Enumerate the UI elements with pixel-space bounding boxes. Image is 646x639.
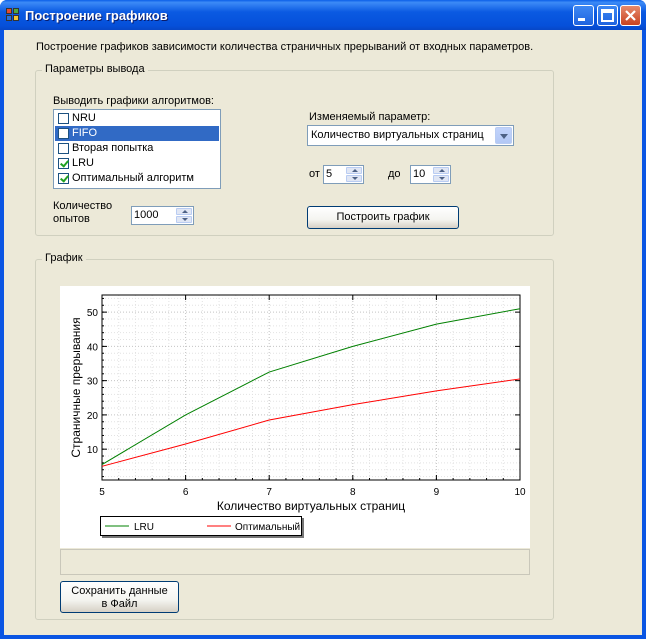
output-params-legend: Параметры вывода [42, 63, 148, 75]
algorithm-item-nru[interactable]: NRU [55, 111, 219, 126]
chart-status-strip [60, 549, 530, 575]
app-icon [6, 8, 20, 22]
intro-text: Построение графиков зависимости количест… [36, 41, 534, 53]
save-button-line2: в Файл [101, 598, 138, 610]
to-spinner[interactable]: 10 [410, 165, 451, 184]
legend-swatches: LRU Оптимальный [105, 522, 300, 533]
checkbox[interactable] [58, 143, 69, 154]
graph-legend: График [42, 252, 86, 264]
x-axis-label: Количество виртуальных страниц [217, 499, 405, 513]
close-button[interactable] [620, 5, 641, 26]
trials-label-line1: Количество [53, 200, 113, 212]
maximize-icon [601, 9, 614, 22]
chart-panel: 5 6 7 8 9 10 10 20 30 40 50 Количество виртуальных … [60, 286, 530, 548]
chevron-down-icon[interactable] [495, 127, 512, 144]
line-chart: 5 6 7 8 9 10 10 20 30 40 50 Количество виртуальных … [69, 294, 526, 513]
y-tick-label: 40 [87, 342, 99, 353]
from-spinner[interactable]: 5 [323, 165, 364, 184]
from-value: 5 [326, 168, 333, 180]
y-axis-label: Страничные прерывания [69, 317, 83, 457]
title-bar[interactable]: Построение графиков [0, 0, 646, 30]
algorithm-item-fifo[interactable]: FIFO [55, 126, 219, 141]
spin-down-icon[interactable] [346, 175, 362, 182]
trials-spinner[interactable]: 1000 [131, 206, 194, 225]
legend-optimal-label: Оптимальный [235, 522, 300, 533]
to-value: 10 [413, 168, 426, 180]
checkbox[interactable] [58, 113, 69, 124]
param-select-value: Количество виртуальных страниц [311, 129, 484, 141]
client-area: Построение графиков зависимости количест… [4, 30, 642, 635]
y-tick-label: 50 [87, 308, 99, 319]
algorithm-item-optimal[interactable]: Оптимальный алгоритм [55, 171, 219, 186]
algorithm-item-second-chance[interactable]: Вторая попытка [55, 141, 219, 156]
algorithm-label: LRU [72, 157, 95, 169]
y-tick-label: 20 [87, 411, 99, 422]
series-line-lru [101, 308, 521, 466]
spin-up-icon[interactable] [346, 167, 362, 174]
param-label: Изменяемый параметр: [309, 111, 431, 123]
legend-lru-label: LRU [134, 522, 154, 533]
app-window: Построение графиков Построение графиков … [0, 0, 646, 639]
algorithm-item-lru[interactable]: LRU [55, 156, 219, 171]
x-tick-label: 5 [99, 487, 105, 498]
from-label: от [309, 168, 320, 180]
minimize-button[interactable] [573, 5, 594, 26]
spin-up-icon[interactable] [176, 208, 192, 215]
spin-up-icon[interactable] [433, 167, 449, 174]
x-tick-label: 10 [514, 487, 526, 498]
to-label: до [388, 168, 401, 180]
save-button-line1: Сохранить данные [71, 585, 168, 597]
y-tick-label: 10 [87, 445, 99, 456]
x-tick-label: 9 [434, 487, 440, 498]
save-data-button[interactable]: Сохранить данные в Файл [60, 581, 179, 613]
algorithms-label: Выводить графики алгоритмов: [53, 95, 214, 107]
algorithm-label: FIFO [72, 127, 98, 139]
checkbox[interactable] [58, 128, 69, 139]
close-icon [625, 10, 636, 21]
chart-legend: LRU Оптимальный [100, 516, 302, 536]
x-tick-label: 6 [183, 487, 189, 498]
checkbox-checked[interactable] [58, 173, 69, 184]
checkbox-checked[interactable] [58, 158, 69, 169]
maximize-button[interactable] [597, 5, 618, 26]
y-tick-label: 30 [87, 377, 99, 388]
build-chart-button[interactable]: Построить график [307, 206, 459, 229]
trials-value: 1000 [134, 209, 159, 221]
spin-down-icon[interactable] [433, 175, 449, 182]
algorithms-checklist[interactable]: NRU FIFO Вторая попытка LRU Оптимальный … [53, 109, 221, 189]
window-title: Построение графиков [25, 8, 168, 23]
x-tick-label: 8 [350, 487, 356, 498]
algorithm-label: Вторая попытка [72, 142, 154, 154]
algorithm-label: Оптимальный алгоритм [72, 172, 194, 184]
trials-label: Количество опытов [53, 200, 112, 226]
series-line-optimal [101, 378, 521, 467]
minimize-icon [578, 18, 585, 21]
x-tick-label: 7 [266, 487, 272, 498]
algorithm-label: NRU [72, 112, 96, 124]
spin-down-icon[interactable] [176, 216, 192, 223]
trials-label-line2: опытов [53, 213, 90, 225]
param-select[interactable]: Количество виртуальных страниц [307, 125, 514, 146]
